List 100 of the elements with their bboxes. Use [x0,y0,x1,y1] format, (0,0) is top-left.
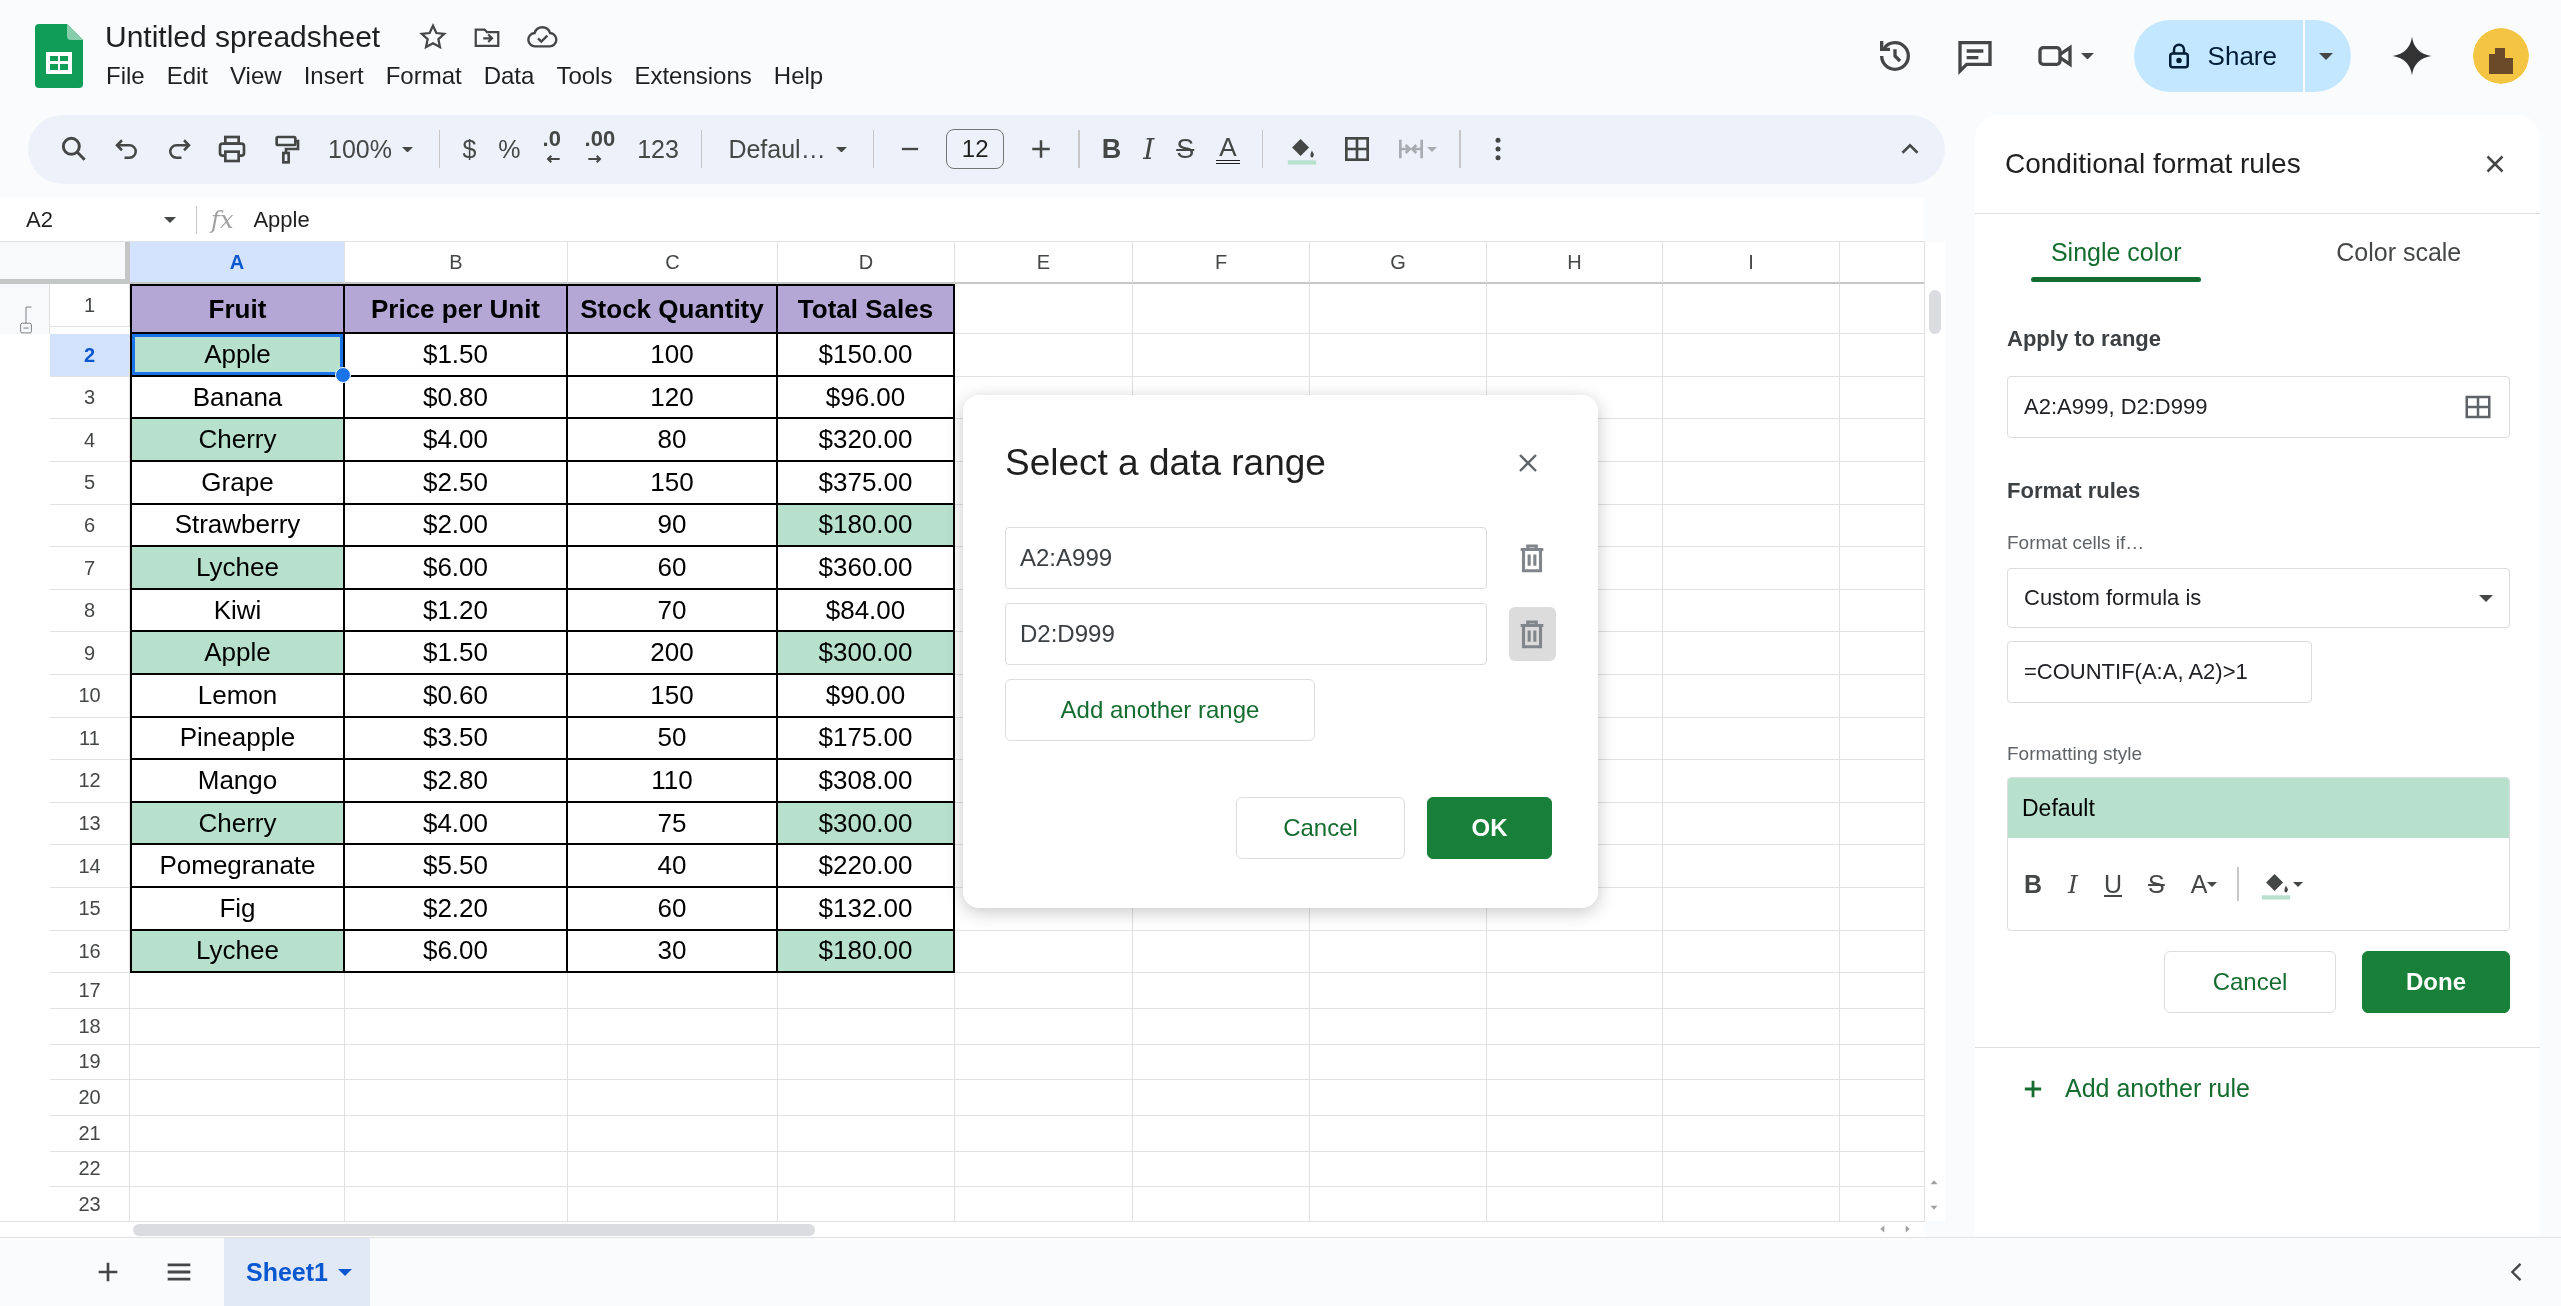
row-header[interactable]: 21 [50,1115,130,1152]
row-header[interactable]: 2 [50,334,130,377]
table-cell: 30 [568,930,778,974]
condition-dropdown[interactable]: Custom formula is [2007,568,2510,628]
row-header[interactable]: 14 [50,845,130,888]
text-color-button[interactable]: A [2190,869,2208,899]
add-range-button[interactable]: Add another range [1005,679,1315,741]
menu-item[interactable]: File [97,60,154,92]
row-header[interactable]: 16 [50,930,130,974]
menu-item[interactable]: View [221,60,291,92]
menu-item[interactable]: Tools [547,60,622,92]
menu-item[interactable]: Insert [294,60,373,92]
range-field[interactable]: A2:A999, D2:D999 [2007,376,2510,438]
italic-button[interactable]: I [1143,132,1155,166]
scrollbar-thumb[interactable] [1929,290,1941,335]
strikethrough-button[interactable]: S [2148,869,2165,899]
column-header[interactable]: E [955,242,1133,285]
column-header[interactable]: D [778,242,955,285]
menu-item[interactable]: Extensions [625,60,761,92]
italic-button[interactable]: I [2068,869,2078,899]
fill-handle[interactable] [335,366,351,383]
table-cell: 70 [568,589,778,633]
increase-decimal-button[interactable]: .00 [584,129,616,150]
share-button[interactable]: Share [2133,20,2351,92]
text-color-button[interactable]: A [1216,134,1240,165]
caret-icon [2292,881,2303,887]
row-header[interactable]: 18 [50,1008,130,1045]
menu-item[interactable]: Data [474,60,544,92]
row-header[interactable]: 6 [50,504,130,548]
column-header[interactable]: A [130,242,345,285]
table-cell: 40 [568,845,778,888]
table-cell: Pineapple [130,717,345,761]
zoom-dropdown[interactable]: 100% [324,134,417,164]
column-header[interactable]: F [1133,242,1310,285]
table-cell: Banana [130,376,345,420]
row-header[interactable]: 1 [50,284,130,327]
table-cell: $6.00 [345,930,568,974]
avatar[interactable] [2473,28,2529,84]
bold-button[interactable]: B [1101,133,1122,165]
format-button[interactable]: % [498,134,521,164]
table-cell: $2.80 [345,760,568,803]
menu-item[interactable]: Edit [157,60,218,92]
add-rule-button[interactable]: Add another rule [2019,1074,2250,1103]
row-header[interactable]: 10 [50,675,130,718]
row-header[interactable]: 5 [50,462,130,505]
row-header[interactable]: 13 [50,802,130,846]
document-title[interactable]: Untitled spreadsheet [105,20,381,54]
scrollbar-thumb[interactable] [133,1224,815,1237]
sheet-tab[interactable]: Sheet1 [224,1238,370,1306]
column-header[interactable]: H [1487,242,1663,285]
column-header[interactable]: C [568,242,778,285]
cancel-button[interactable]: Cancel [1236,797,1405,859]
row-header[interactable]: 19 [50,1044,130,1081]
table-cell: $300.00 [778,802,955,846]
table-cell: 150 [568,675,778,718]
range-field[interactable]: A2:A999 [1005,527,1487,589]
table-cell: 150 [568,462,778,505]
column-header[interactable]: I [1663,242,1840,285]
row-header[interactable]: 3 [50,376,130,420]
format-button[interactable]: $ [462,134,477,164]
table-cell: Apple [130,632,345,675]
delete-button[interactable] [1508,607,1556,661]
table-cell: 60 [568,547,778,590]
tab[interactable]: Color scale [2257,214,2540,290]
row-header[interactable]: 8 [50,589,130,633]
column-header[interactable]: G [1310,242,1487,285]
row-header[interactable]: 17 [50,973,130,1009]
row-header[interactable]: 22 [50,1151,130,1188]
sheets-logo-icon[interactable] [35,24,83,88]
row-header[interactable]: 11 [50,717,130,761]
formula-field[interactable]: =COUNTIF(A:A, A2)>1 [2007,641,2312,703]
row-header[interactable]: 9 [50,632,130,675]
table-cell: $4.00 [345,419,568,463]
table-cell: $6.00 [345,547,568,590]
decrease-decimal-button[interactable]: .0 [542,129,561,150]
formula-field[interactable]: Apple [253,206,310,233]
menu-item[interactable]: Help [764,60,833,92]
row-header[interactable]: 7 [50,547,130,590]
star-icon[interactable] [418,22,449,52]
column-header[interactable]: B [345,242,568,285]
row-header[interactable]: 12 [50,760,130,803]
strikethrough-button[interactable]: S [1176,133,1195,165]
row-header[interactable]: 4 [50,419,130,463]
name-box[interactable]: A2 [0,206,188,233]
range-field[interactable]: D2:D999 [1005,603,1487,665]
bold-button[interactable]: B [2024,869,2043,899]
tab[interactable]: Single color [1975,214,2258,290]
ok-button[interactable]: OK [1427,797,1552,859]
style-preview[interactable]: Default [2008,778,2509,838]
row-header[interactable]: 15 [50,887,130,931]
underline-button[interactable]: U [2103,869,2122,899]
table-cell: $375.00 [778,462,955,505]
format-button[interactable]: 123 [637,134,679,164]
font-dropdown[interactable]: Defaul… [724,134,851,164]
font-size-field[interactable]: 12 [946,129,1005,170]
table-cell: $320.00 [778,419,955,463]
done-button[interactable]: Done [2362,951,2510,1013]
menu-item[interactable]: Format [376,60,471,92]
row-header[interactable]: 20 [50,1080,130,1116]
cancel-button[interactable]: Cancel [2164,951,2336,1013]
